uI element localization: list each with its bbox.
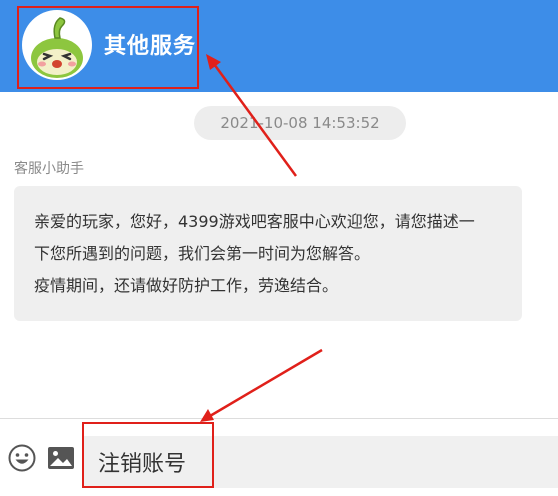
mascot-icon (31, 17, 83, 78)
message-timestamp: 2021-10-08 14:53:52 (194, 106, 406, 140)
smile-icon[interactable] (8, 444, 36, 472)
arrow-head (200, 409, 214, 422)
message-bubble: 亲爱的玩家，您好，4399游戏吧客服中心欢迎您，请您描述一 下您所遇到的问题，我… (14, 186, 522, 321)
message-line: 疫情期间，还请做好防护工作，劳逸结合。 (34, 276, 339, 295)
sender-name: 客服小助手 (14, 161, 84, 177)
message-input[interactable] (82, 436, 558, 488)
arrow-line (209, 348, 323, 418)
divider (0, 418, 558, 419)
avatar[interactable] (22, 10, 92, 80)
page-title: 其他服务 (104, 34, 197, 59)
header-bar: 其他服务 (0, 0, 558, 92)
message-line: 亲爱的玩家，您好，4399游戏吧客服中心欢迎您，请您描述一 (34, 212, 475, 231)
message-line: 下您所遇到的问题，我们会第一时间为您解答。 (34, 244, 371, 263)
image-icon[interactable] (47, 446, 75, 470)
